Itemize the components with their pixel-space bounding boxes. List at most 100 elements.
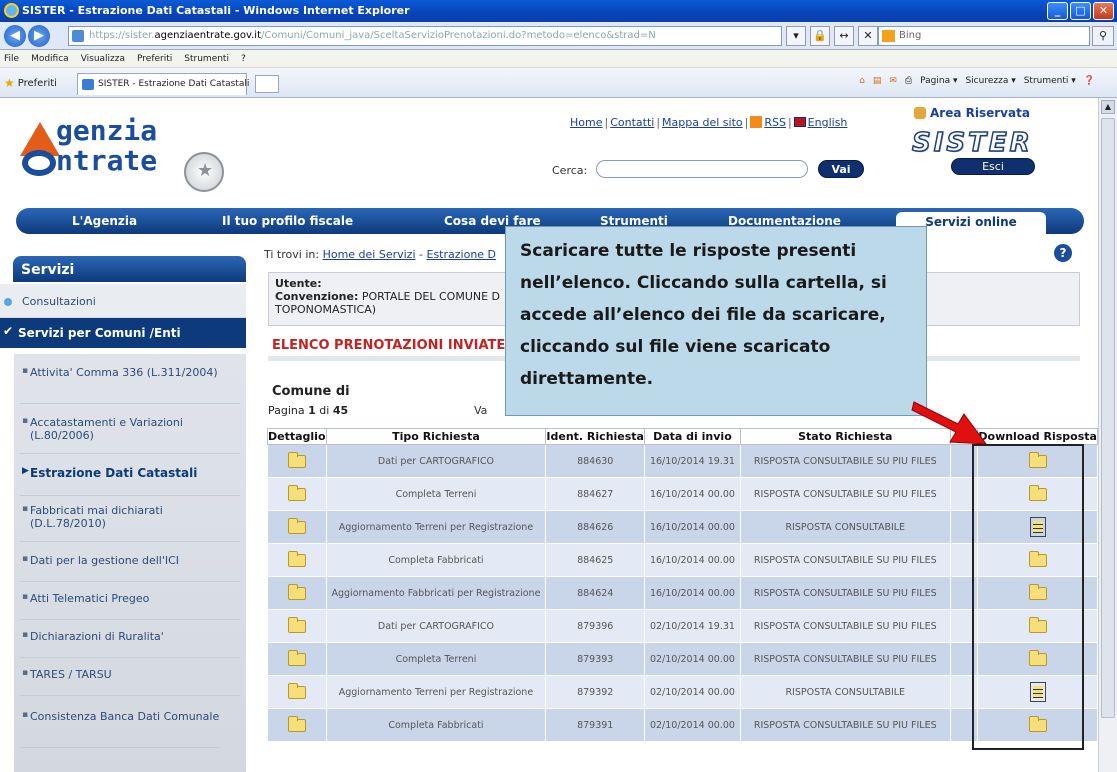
stop-icon[interactable]: ✕ xyxy=(858,26,878,46)
sidebar-item-fabbricati[interactable]: ▪ Fabbricati mai dichiarati (D.L.78/2010) xyxy=(20,504,240,542)
cell-dettaglio[interactable] xyxy=(267,675,327,709)
folder-icon[interactable] xyxy=(287,451,306,468)
refresh-icon[interactable]: ↔ xyxy=(834,26,854,46)
folder-icon[interactable] xyxy=(287,484,306,501)
sidebar-item-ruralita[interactable]: ▪ Dichiarazioni di Ruralita' xyxy=(20,630,240,658)
cell-data: 16/10/2014 00.00 xyxy=(643,510,741,544)
folder-icon[interactable] xyxy=(1028,550,1047,567)
menu-visualizza[interactable]: Visualizza xyxy=(81,50,125,67)
menu-strumenti[interactable]: Strumenti xyxy=(184,50,229,67)
sidebar-item-tares[interactable]: ▪ TARES / TARSU xyxy=(20,668,240,696)
link-contatti[interactable]: Contatti xyxy=(610,116,654,129)
page-label: Pagina xyxy=(268,404,305,417)
cell-dettaglio[interactable] xyxy=(267,708,327,742)
close-button[interactable]: ✕ xyxy=(1093,2,1114,20)
page-scrollbar[interactable]: ▲ xyxy=(1098,98,1117,772)
maximize-button[interactable]: □ xyxy=(1070,2,1091,20)
feed-icon[interactable]: ▤ xyxy=(873,76,882,86)
breadcrumb-current-link[interactable]: Estrazione D xyxy=(427,248,497,261)
folder-icon[interactable] xyxy=(287,616,306,633)
file-icon[interactable] xyxy=(1029,517,1046,537)
forward-button[interactable]: ▶ xyxy=(28,25,50,47)
minimize-button[interactable]: _ xyxy=(1047,2,1068,20)
cell-download[interactable] xyxy=(977,675,1098,709)
bullet-icon xyxy=(4,298,12,306)
print-icon[interactable]: ⎙ xyxy=(905,76,912,86)
mail-icon[interactable]: ✉ xyxy=(889,76,897,86)
breadcrumb-home-link[interactable]: Home dei Servizi xyxy=(323,248,416,261)
cell-dettaglio[interactable] xyxy=(267,609,327,643)
menu-file[interactable]: File xyxy=(4,50,19,67)
tab-label: SISTER - Estrazione Dati Catastali xyxy=(98,79,250,89)
folder-icon[interactable] xyxy=(287,649,306,666)
favorites-button[interactable]: ★ Preferiti xyxy=(4,76,57,90)
link-mappa[interactable]: Mappa del sito xyxy=(662,116,743,129)
menu-modifica[interactable]: Modifica xyxy=(31,50,69,67)
folder-icon[interactable] xyxy=(1028,715,1047,732)
cell-dettaglio[interactable] xyxy=(267,642,327,676)
nav-agenzia[interactable]: L'Agenzia xyxy=(72,214,137,228)
menu-preferiti[interactable]: Preferiti xyxy=(137,50,172,67)
back-button[interactable]: ◀ xyxy=(4,25,26,47)
sidebar-item-servizi-comuni[interactable]: ✔ Servizi per Comuni /Enti xyxy=(0,318,246,348)
cmd-strumenti[interactable]: Strumenti ▾ xyxy=(1024,76,1076,86)
link-english[interactable]: English xyxy=(808,116,848,129)
search-icon[interactable]: ⚲ xyxy=(1092,26,1114,46)
sidebar-item-consultazioni[interactable]: Consultazioni xyxy=(0,284,246,318)
cell-download[interactable] xyxy=(977,444,1098,478)
sidebar-item-estrazione[interactable]: ▶ Estrazione Dati Catastali xyxy=(20,466,240,496)
cell-dettaglio[interactable] xyxy=(267,543,327,577)
site-search-input[interactable] xyxy=(596,160,808,178)
cell-dettaglio[interactable] xyxy=(267,510,327,544)
agenzia-entrate-logo[interactable]: genzia ntrate xyxy=(16,112,224,192)
help-icon[interactable]: ❓ xyxy=(1084,76,1095,86)
browser-tab[interactable]: SISTER - Estrazione Dati Catastali xyxy=(77,73,250,95)
new-tab-button[interactable] xyxy=(255,75,279,93)
link-home[interactable]: Home xyxy=(570,116,602,129)
cmd-pagina[interactable]: Pagina ▾ xyxy=(920,76,957,86)
site-search-button[interactable]: Vai xyxy=(818,160,864,178)
search-input[interactable]: Bing xyxy=(878,26,1090,46)
cmd-sicurezza[interactable]: Sicurezza ▾ xyxy=(965,76,1015,86)
help-button[interactable]: ? xyxy=(1054,244,1072,262)
folder-icon[interactable] xyxy=(287,583,306,600)
folder-icon[interactable] xyxy=(287,550,306,567)
cell-dettaglio[interactable] xyxy=(267,477,327,511)
dropdown-icon[interactable]: ▾ xyxy=(786,26,806,46)
cell-download[interactable] xyxy=(977,576,1098,610)
sidebar-item-pregeo[interactable]: ▪ Atti Telematici Pregeo xyxy=(20,592,240,620)
folder-icon[interactable] xyxy=(287,517,306,534)
sidebar-item-accatastamenti[interactable]: ▪ Accatastamenti e Variazioni (L.80/2006) xyxy=(20,416,240,454)
folder-icon[interactable] xyxy=(1028,583,1047,600)
scroll-thumb[interactable] xyxy=(1101,118,1115,718)
sidebar-item-attivita[interactable]: ▪ Attivita' Comma 336 (L.311/2004) xyxy=(20,366,240,404)
folder-icon[interactable] xyxy=(1028,649,1047,666)
table-row: Completa Fabbricati 879391 02/10/2014 00.0… xyxy=(267,708,1098,742)
folder-icon[interactable] xyxy=(287,682,306,699)
cell-download[interactable] xyxy=(977,708,1098,742)
cell-dettaglio[interactable] xyxy=(267,444,327,478)
logout-button[interactable]: Esci xyxy=(951,158,1035,175)
sidebar-item-consistenza[interactable]: ▪ Consistenza Banca Dati Comunale xyxy=(20,710,220,748)
lock-icon[interactable]: 🔒 xyxy=(810,26,830,46)
cell-download[interactable] xyxy=(977,609,1098,643)
home-icon[interactable]: ⌂ xyxy=(859,76,865,86)
file-icon[interactable] xyxy=(1029,682,1046,702)
cell-download[interactable] xyxy=(977,510,1098,544)
cell-stato: RISPOSTA CONSULTABILE SU PIU FILES xyxy=(739,543,951,577)
cell-download[interactable] xyxy=(977,477,1098,511)
cell-dettaglio[interactable] xyxy=(267,576,327,610)
folder-icon[interactable] xyxy=(1028,616,1047,633)
window-title: SISTER - Estrazione Dati Catastali - Win… xyxy=(22,4,410,17)
folder-icon[interactable] xyxy=(287,715,306,732)
url-input[interactable]: https://sister.agenziaentrate.gov.it/Com… xyxy=(68,26,782,46)
folder-icon[interactable] xyxy=(1028,451,1047,468)
menu-help[interactable]: ? xyxy=(241,50,246,67)
sidebar-item-ici[interactable]: ▪ Dati per la gestione dell'ICI xyxy=(20,554,240,582)
folder-icon[interactable] xyxy=(1028,484,1047,501)
cell-download[interactable] xyxy=(977,543,1098,577)
nav-profilo[interactable]: Il tuo profilo fiscale xyxy=(222,214,353,228)
scroll-up-icon[interactable]: ▲ xyxy=(1101,100,1115,114)
link-rss[interactable]: RSS xyxy=(764,116,786,129)
cell-download[interactable] xyxy=(977,642,1098,676)
